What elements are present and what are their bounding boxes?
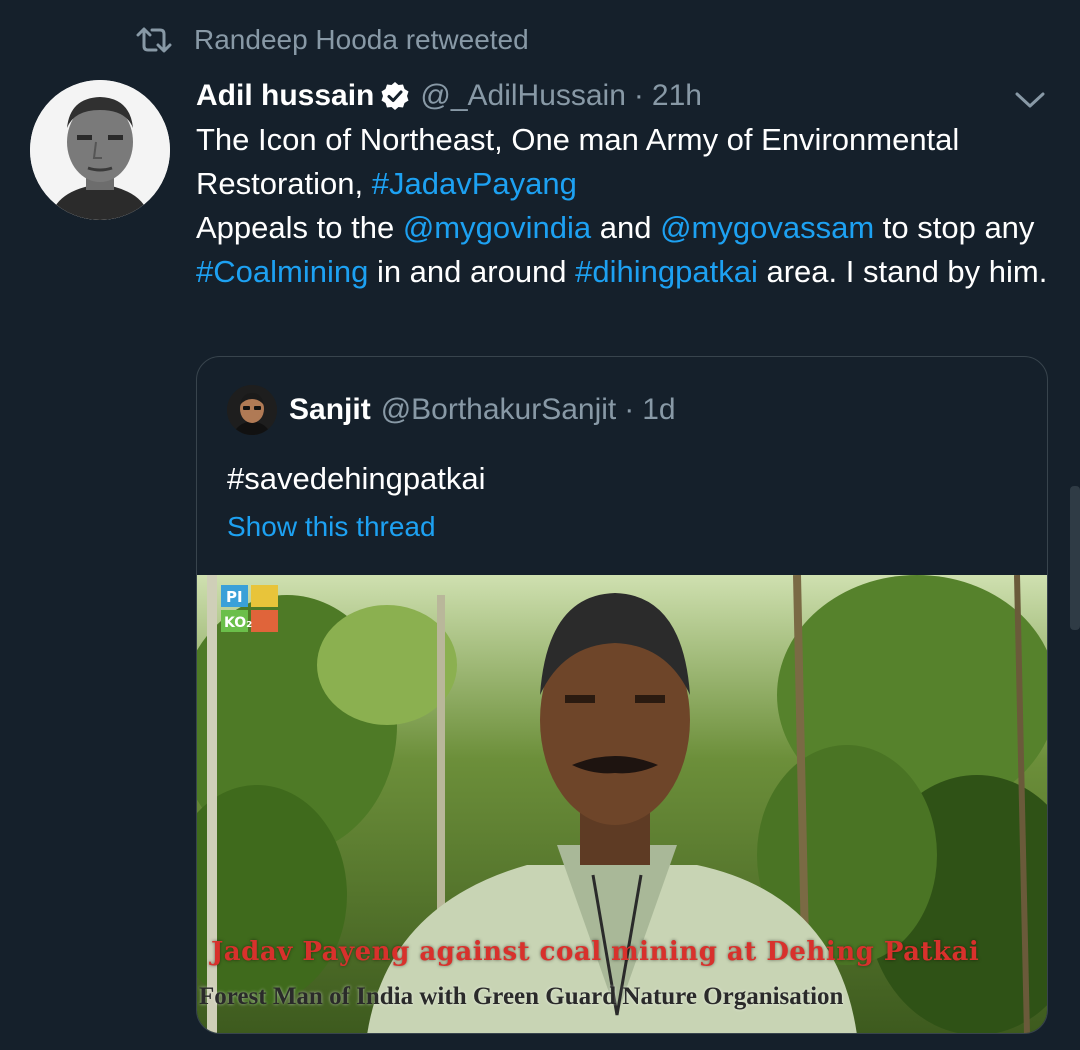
retweet-context[interactable]: Randeep Hooda retweeted bbox=[136, 22, 529, 58]
mention-link-mygovassam[interactable]: @mygovassam bbox=[660, 210, 874, 245]
quoted-author-handle[interactable]: @BorthakurSanjit bbox=[381, 393, 617, 427]
separator-dot: · bbox=[624, 393, 635, 426]
tweet-text-segment: and bbox=[591, 210, 661, 245]
retweet-context-text: Randeep Hooda retweeted bbox=[194, 24, 529, 55]
logo-text: PI bbox=[226, 588, 243, 606]
chevron-down-icon[interactable] bbox=[1008, 82, 1052, 118]
separator-dot: · bbox=[633, 79, 644, 112]
show-thread-link[interactable]: Show this thread bbox=[227, 511, 436, 543]
video-thumbnail[interactable]: PI KO₂ Jadav Payeng against coal mining … bbox=[197, 575, 1047, 1033]
tweet-page: Randeep Hooda retweeted Adil hussain @_A… bbox=[0, 0, 1080, 1050]
video-caption-red: Jadav Payeng against coal mining at Dehi… bbox=[211, 937, 980, 967]
hashtag-link-jadavpayang[interactable]: #JadavPayang bbox=[372, 166, 577, 201]
quoted-author-avatar[interactable] bbox=[227, 385, 277, 435]
channel-logo: PI KO₂ bbox=[221, 585, 279, 633]
quoted-tweet-time[interactable]: 1d bbox=[642, 393, 675, 427]
quoted-tweet-text[interactable]: #savedehingpatkai bbox=[227, 461, 486, 497]
tweet-time[interactable]: 21h bbox=[652, 79, 702, 113]
quoted-author-name[interactable]: Sanjit bbox=[289, 393, 371, 427]
scrollbar-thumb[interactable] bbox=[1070, 486, 1080, 630]
tweet-text-segment: The Icon of Northeast, One man Army of E… bbox=[196, 122, 960, 201]
mention-link-mygovindia[interactable]: @mygovindia bbox=[403, 210, 591, 245]
tweet-text: The Icon of Northeast, One man Army of E… bbox=[196, 118, 1056, 294]
logo-text: KO₂ bbox=[224, 615, 252, 631]
hashtag-link-coalmining[interactable]: #Coalmining bbox=[196, 254, 368, 289]
author-handle[interactable]: @_AdilHussain bbox=[420, 79, 626, 113]
verified-badge-icon bbox=[380, 81, 410, 111]
video-caption-dark: Forest Man of India with Green Guard Nat… bbox=[199, 983, 844, 1010]
author-avatar[interactable] bbox=[30, 80, 170, 220]
retweet-icon bbox=[136, 25, 172, 55]
hashtag-link-dihingpatkai[interactable]: #dihingpatkai bbox=[575, 254, 758, 289]
tweet-text-segment: Appeals to the bbox=[196, 210, 403, 245]
tweet-text-segment: in and around bbox=[368, 254, 576, 289]
tweet-text-segment: area. I stand by him. bbox=[757, 254, 1048, 289]
tweet-header: Adil hussain @_AdilHussain · 21h bbox=[196, 76, 702, 116]
author-name[interactable]: Adil hussain bbox=[196, 79, 374, 113]
quoted-tweet-header: Sanjit @BorthakurSanjit · 1d bbox=[227, 385, 676, 435]
quoted-tweet-card[interactable]: Sanjit @BorthakurSanjit · 1d #savedehing… bbox=[196, 356, 1048, 1034]
tweet-text-segment: to stop any bbox=[874, 210, 1035, 245]
